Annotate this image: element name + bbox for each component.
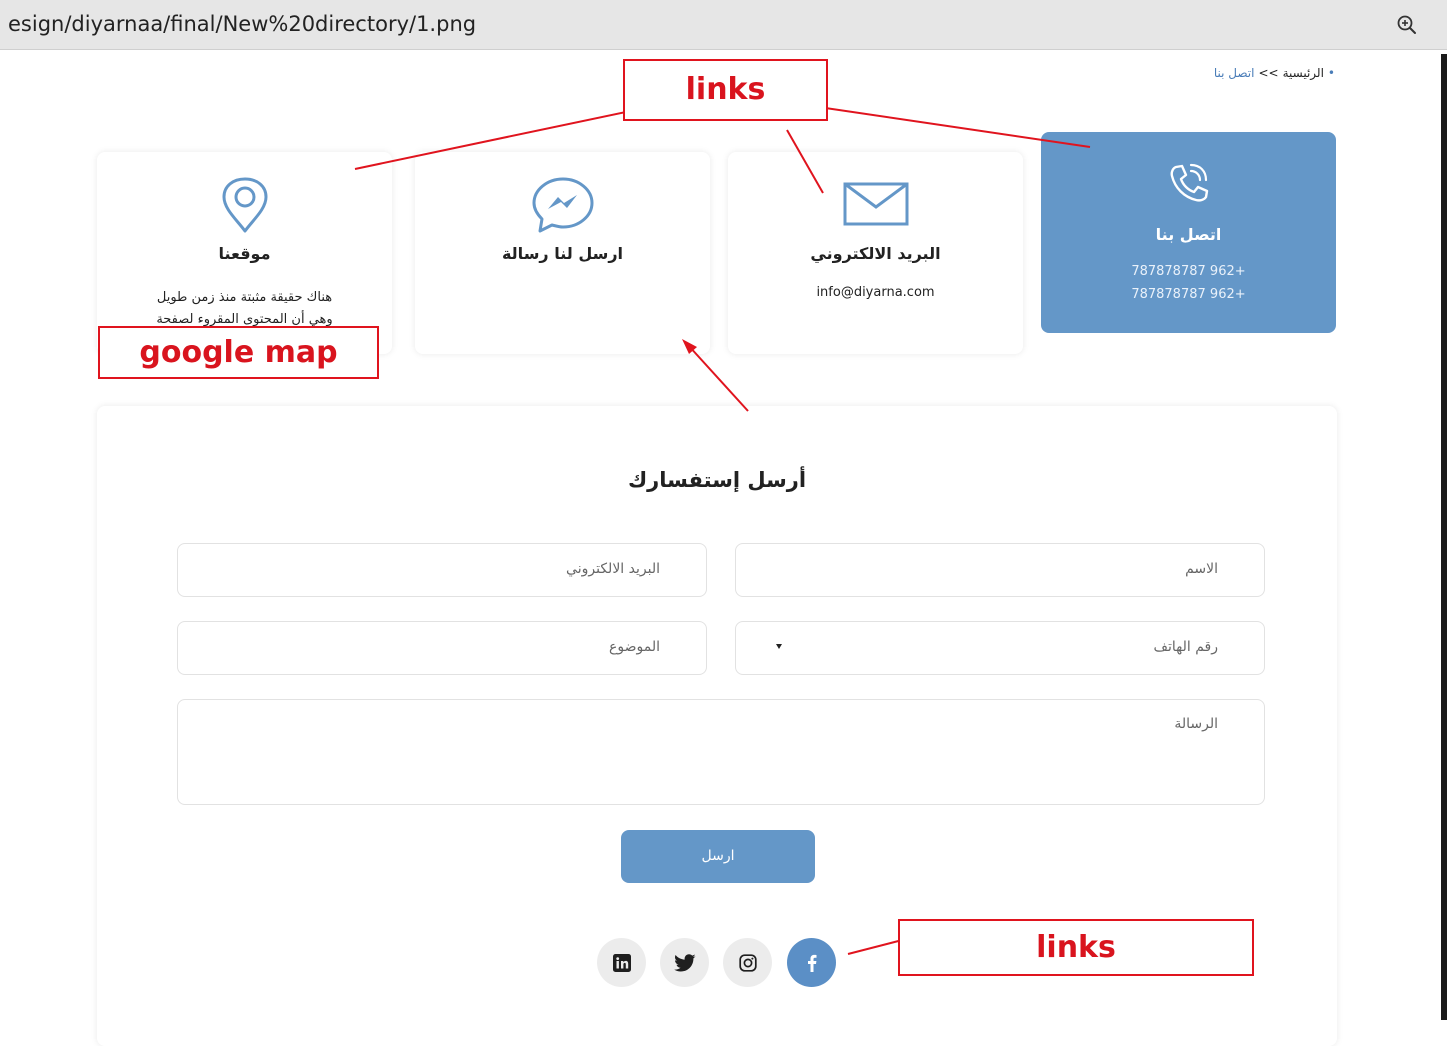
annotation-google-map: google map [98, 326, 379, 379]
annotation-line-to-email [786, 129, 824, 194]
annotation-line-to-location [354, 108, 641, 170]
annotation-arrows [354, 104, 1091, 955]
annotation-links-top: links [623, 59, 828, 121]
annotation-links-bottom: links [898, 919, 1254, 976]
annotation-line-to-call [804, 104, 1091, 148]
annotation-arrow-to-messenger [687, 344, 749, 412]
